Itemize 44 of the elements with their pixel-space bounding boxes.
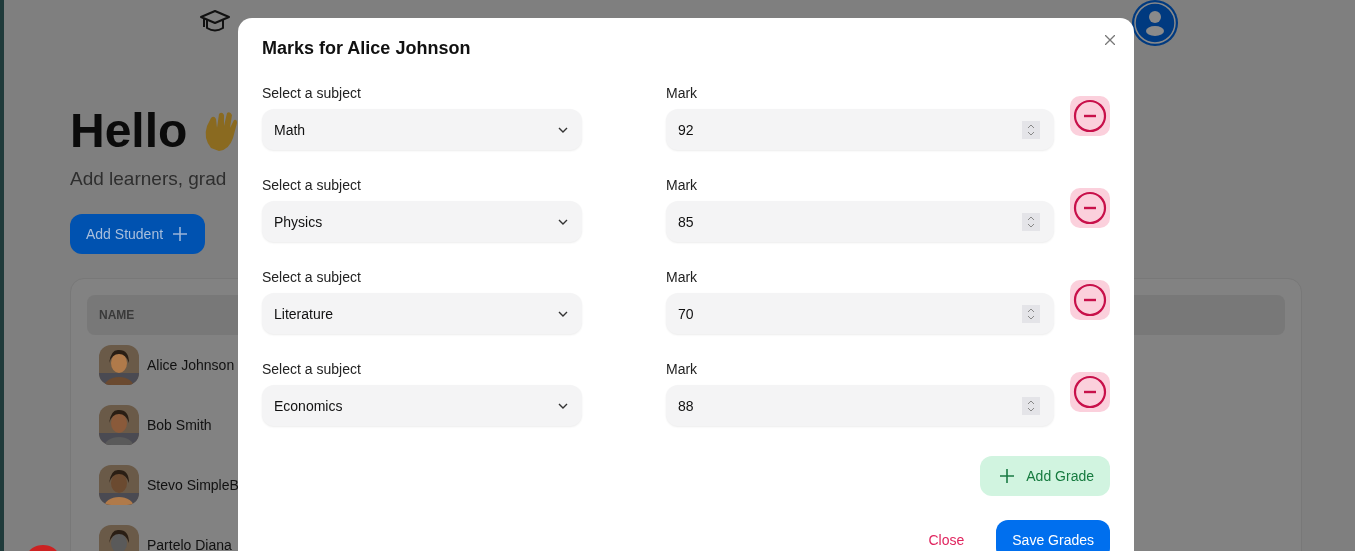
close-icon[interactable] bbox=[1103, 33, 1117, 47]
close-button[interactable]: Close bbox=[912, 522, 981, 551]
subject-select[interactable]: Physics bbox=[262, 201, 582, 242]
spinner-icon[interactable] bbox=[1022, 396, 1040, 415]
spinner-icon[interactable] bbox=[1022, 212, 1040, 231]
mark-input[interactable]: 92 bbox=[666, 109, 1054, 150]
field-label: Select a subject bbox=[262, 361, 362, 377]
field-label: Select a subject bbox=[262, 177, 362, 193]
remove-grade-button[interactable] bbox=[1070, 280, 1110, 320]
page-heading: Hello bbox=[70, 102, 188, 158]
chevron-down-icon bbox=[558, 126, 568, 133]
plus-icon bbox=[173, 227, 188, 241]
chevron-down-icon bbox=[558, 402, 568, 409]
field-label: Select a subject bbox=[262, 85, 362, 101]
remove-grade-button[interactable] bbox=[1070, 188, 1110, 228]
spinner-icon[interactable] bbox=[1022, 120, 1040, 139]
field-label: Select a subject bbox=[262, 269, 362, 285]
field-label: Mark bbox=[666, 85, 699, 101]
dialog-title: Marks for Alice Johnson bbox=[262, 38, 472, 59]
spinner-icon[interactable] bbox=[1022, 304, 1040, 323]
remove-grade-button[interactable] bbox=[1070, 372, 1110, 412]
user-avatar-icon[interactable] bbox=[1131, 0, 1179, 47]
field-label: Mark bbox=[666, 177, 699, 193]
plus-icon bbox=[1000, 469, 1015, 483]
mark-input[interactable]: 88 bbox=[666, 385, 1054, 426]
subject-select[interactable]: Economics bbox=[262, 385, 582, 426]
subject-select[interactable]: Literature bbox=[262, 293, 582, 334]
add-grade-button[interactable]: Add Grade bbox=[980, 456, 1110, 496]
mark-input[interactable]: 85 bbox=[666, 201, 1054, 242]
page-subtitle: Add learners, grad bbox=[70, 168, 227, 190]
student-name: Bob Smith bbox=[147, 417, 212, 433]
chevron-down-icon bbox=[558, 310, 568, 317]
field-label: Mark bbox=[666, 269, 699, 285]
mark-input[interactable]: 70 bbox=[666, 293, 1054, 334]
student-name: Stevo SimpleB bbox=[147, 477, 239, 493]
subject-select[interactable]: Math bbox=[262, 109, 582, 150]
student-name: Alice Johnson bbox=[147, 357, 235, 373]
column-header: NAME bbox=[99, 308, 135, 322]
field-label: Mark bbox=[666, 361, 699, 377]
remove-grade-button[interactable] bbox=[1070, 96, 1110, 136]
save-grades-button[interactable]: Save Grades bbox=[996, 520, 1110, 551]
add-student-button[interactable]: Add Student bbox=[70, 214, 206, 254]
student-name: Partelo Diana bbox=[147, 537, 232, 551]
chevron-down-icon bbox=[558, 218, 568, 225]
